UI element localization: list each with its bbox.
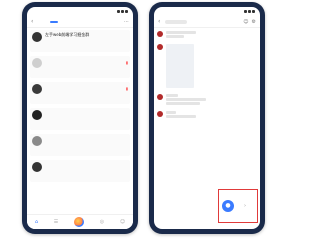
- message-line: [166, 94, 178, 97]
- message-list: [154, 28, 260, 127]
- list-item[interactable]: [30, 134, 130, 156]
- alert-icon: ▮: [125, 86, 128, 91]
- tab-2[interactable]: [61, 21, 69, 23]
- message: [157, 111, 257, 118]
- list-item[interactable]: [30, 160, 130, 182]
- image-message[interactable]: [166, 44, 194, 88]
- profile-icon[interactable]: ☺: [120, 219, 125, 225]
- message-line: [166, 111, 176, 114]
- message-line: [166, 35, 184, 38]
- avatar: [157, 31, 163, 37]
- avatar: [32, 136, 42, 146]
- avatar: [32, 162, 42, 172]
- chat-list-screen: ‹ ⋯ 左手web前端学习掘金群 ▮ ▮ ⌂ ☰ ◎ ☺: [27, 7, 133, 229]
- avatar: [32, 84, 42, 94]
- avatar: [157, 94, 163, 100]
- alert-icon: ▮: [125, 60, 128, 65]
- logo-icon[interactable]: [74, 217, 84, 227]
- avatar: [32, 32, 42, 42]
- avatar: [157, 44, 163, 50]
- conversation-list: 左手web前端学习掘金群 ▮ ▮: [27, 28, 133, 182]
- top-nav: ‹ ⋯: [27, 16, 133, 28]
- home-icon[interactable]: ⌂: [35, 219, 38, 225]
- tab-1[interactable]: [50, 20, 58, 23]
- list-item-title: 左手web前端学习掘金群: [45, 32, 90, 37]
- message-line: [166, 31, 196, 34]
- list-item[interactable]: ▮: [30, 56, 130, 78]
- chat-title: [165, 19, 187, 24]
- tab-0[interactable]: [39, 21, 47, 23]
- contacts-icon[interactable]: ☰: [54, 219, 58, 225]
- battery-icon: [125, 10, 128, 13]
- bottom-nav: ⌂ ☰ ◎ ☺: [27, 214, 133, 229]
- chat-header: ‹ ☺ ⚙: [154, 16, 260, 28]
- discover-icon[interactable]: ◎: [100, 219, 104, 225]
- phone-left: ‹ ⋯ 左手web前端学习掘金群 ▮ ▮ ⌂ ☰ ◎ ☺: [22, 2, 138, 234]
- avatar: [32, 58, 42, 68]
- message-line: [166, 102, 200, 105]
- wifi-icon: [248, 10, 251, 13]
- phone-right: ‹ ☺ ⚙ ● ›: [149, 2, 265, 234]
- message: [157, 44, 257, 88]
- avatar: [157, 111, 163, 117]
- more-icon[interactable]: ⋯: [124, 19, 129, 25]
- chat-screen: ‹ ☺ ⚙ ● ›: [154, 7, 260, 229]
- arrow-icon[interactable]: ›: [244, 203, 246, 209]
- avatar: [32, 110, 42, 120]
- message: [157, 31, 257, 38]
- signal-icon: [117, 10, 120, 13]
- settings-icon[interactable]: ⚙: [252, 19, 256, 25]
- chevron-left-icon[interactable]: ‹: [31, 18, 36, 25]
- message: [157, 94, 257, 105]
- person-icon[interactable]: ☺: [243, 19, 248, 25]
- mic-icon[interactable]: ●: [222, 200, 234, 212]
- wifi-icon: [121, 10, 124, 13]
- status-bar: [154, 7, 260, 16]
- battery-icon: [252, 10, 255, 13]
- chevron-left-icon[interactable]: ‹: [158, 18, 163, 25]
- signal-icon: [244, 10, 247, 13]
- message-line: [166, 98, 206, 101]
- list-item[interactable]: ▮: [30, 82, 130, 104]
- message-line: [166, 115, 196, 118]
- list-item[interactable]: 左手web前端学习掘金群: [30, 30, 130, 52]
- list-item[interactable]: [30, 108, 130, 130]
- status-bar: [27, 7, 133, 16]
